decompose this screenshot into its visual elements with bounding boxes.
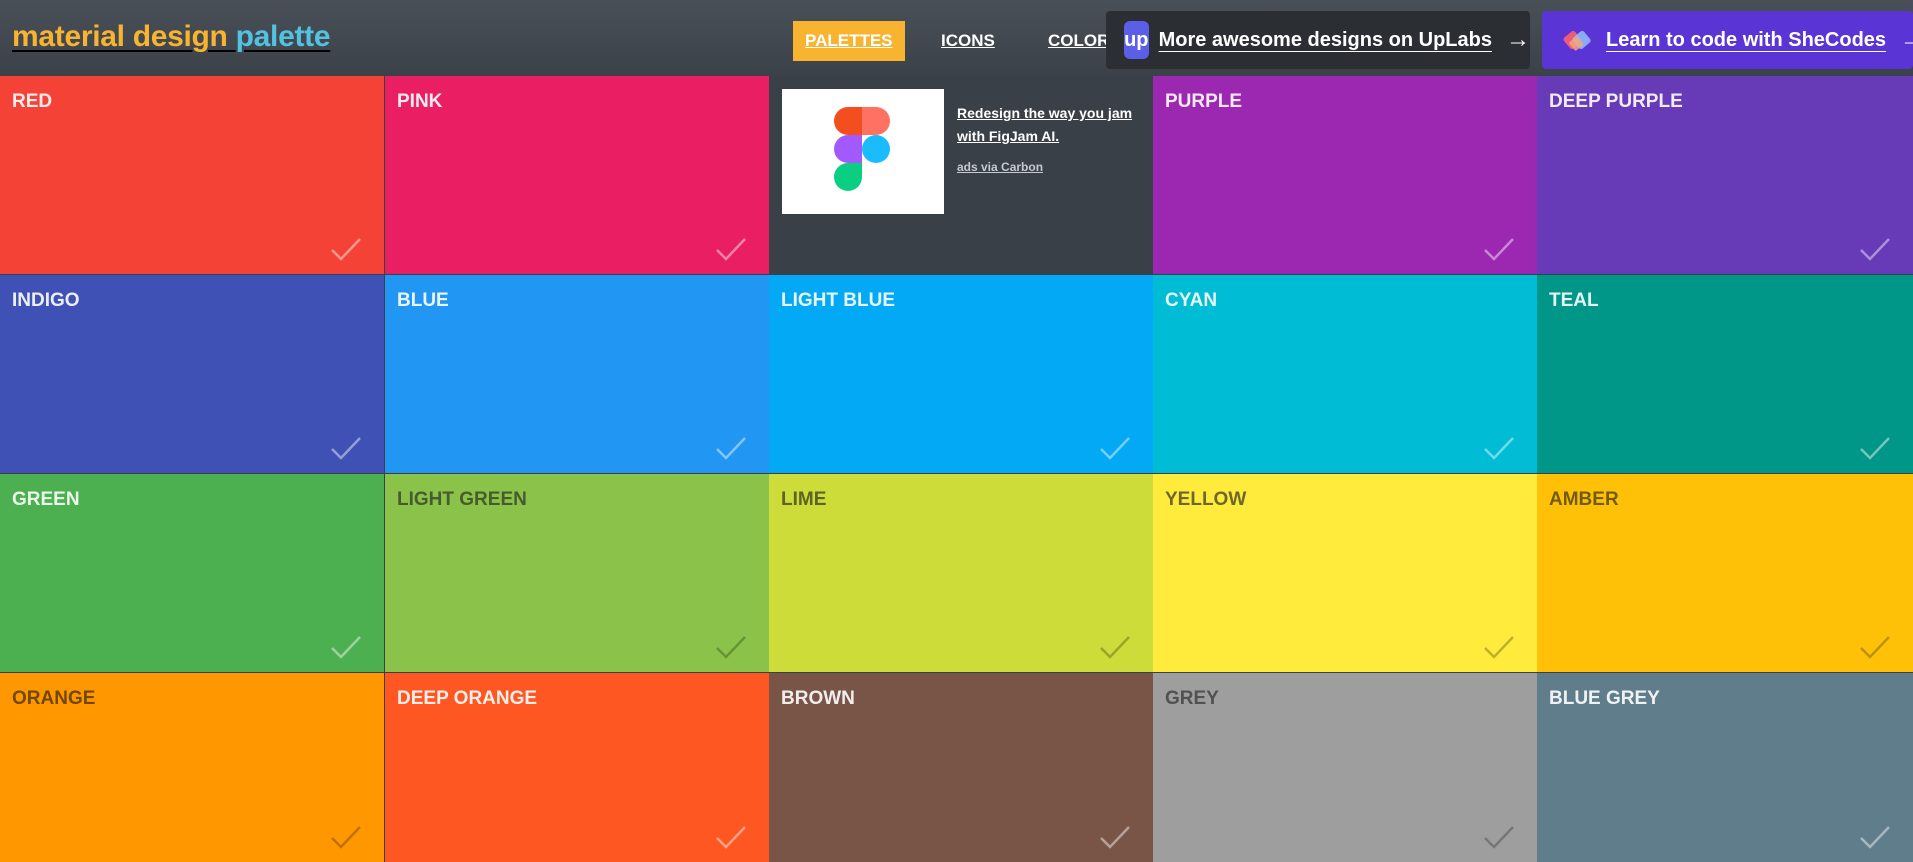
palette-tile-green[interactable]: GREEN	[0, 474, 384, 672]
palette-tile-purple[interactable]: PURPLE	[1153, 76, 1537, 274]
check-icon[interactable]	[330, 634, 362, 660]
palette-tile-label: BLUE	[397, 290, 449, 311]
ad-via-carbon-link[interactable]: ads via Carbon	[957, 160, 1043, 174]
check-icon[interactable]	[330, 824, 362, 850]
check-icon[interactable]	[1099, 435, 1131, 461]
palette-tile-pink[interactable]: PINK	[385, 76, 769, 274]
check-icon[interactable]	[1483, 435, 1515, 461]
figma-logo-icon	[834, 107, 890, 191]
palette-tile-label: GREY	[1165, 688, 1219, 709]
check-icon[interactable]	[715, 824, 747, 850]
palette-tile-light-green[interactable]: LIGHT GREEN	[385, 474, 769, 672]
palette-tile-label: AMBER	[1549, 489, 1619, 510]
palette-tile-label: ORANGE	[12, 688, 96, 709]
check-icon[interactable]	[1099, 824, 1131, 850]
palette-tile-light-blue[interactable]: LIGHT BLUE	[769, 275, 1153, 473]
check-icon[interactable]	[1859, 236, 1891, 262]
palette-tile-brown[interactable]: BROWN	[769, 673, 1153, 862]
palette-tile-label: LIGHT GREEN	[397, 489, 527, 510]
palette-tile-label: PINK	[397, 91, 443, 112]
palette-tile-grey[interactable]: GREY	[1153, 673, 1537, 862]
palette-tile-label: LIME	[781, 489, 827, 510]
palette-tile-label: LIGHT BLUE	[781, 290, 895, 311]
check-icon[interactable]	[1859, 824, 1891, 850]
top-bar: material design palette PALETTES ICONS C…	[0, 0, 1913, 76]
arrow-right-icon: →	[1900, 26, 1913, 53]
check-icon[interactable]	[1483, 824, 1515, 850]
palette-tile-label: BROWN	[781, 688, 855, 709]
palette-tile-label: INDIGO	[12, 290, 80, 311]
check-icon[interactable]	[330, 236, 362, 262]
brand-logo[interactable]: material design palette	[12, 20, 331, 54]
palette-tile-label: BLUE GREY	[1549, 688, 1660, 709]
ad-headline-link[interactable]: Redesign the way you jam with FigJam AI.	[957, 102, 1142, 148]
check-icon[interactable]	[1483, 634, 1515, 660]
palette-tile-blue-grey[interactable]: BLUE GREY	[1537, 673, 1913, 862]
check-icon[interactable]	[330, 435, 362, 461]
nav-icons[interactable]: ICONS	[929, 21, 1007, 61]
palette-tile-label: YELLOW	[1165, 489, 1247, 510]
palette-tile-label: PURPLE	[1165, 91, 1243, 112]
shecodes-logo-icon	[1560, 21, 1596, 59]
palette-tile-label: DEEP PURPLE	[1549, 91, 1683, 112]
palette-grid: Redesign the way you jam with FigJam AI.…	[0, 76, 1913, 862]
palette-tile-yellow[interactable]: YELLOW	[1153, 474, 1537, 672]
palette-tile-label: GREEN	[12, 489, 80, 510]
check-icon[interactable]	[1099, 634, 1131, 660]
shecodes-promo-button[interactable]: Learn to code with SheCodes →	[1542, 11, 1913, 69]
palette-tile-lime[interactable]: LIME	[769, 474, 1153, 672]
palette-tile-indigo[interactable]: INDIGO	[0, 275, 384, 473]
nav-palettes[interactable]: PALETTES	[793, 21, 905, 61]
brand-word-material-design: material design	[12, 20, 228, 53]
palette-tile-label: CYAN	[1165, 290, 1218, 311]
uplabs-logo-icon: up	[1124, 21, 1149, 59]
check-icon[interactable]	[1859, 634, 1891, 660]
palette-tile-label: RED	[12, 91, 53, 112]
palette-tile-label: DEEP ORANGE	[397, 688, 538, 709]
palette-tile-orange[interactable]: ORANGE	[0, 673, 384, 862]
palette-tile-deep-purple[interactable]: DEEP PURPLE	[1537, 76, 1913, 274]
shecodes-promo-label: Learn to code with SheCodes	[1606, 28, 1887, 51]
ad-image[interactable]	[782, 89, 944, 214]
uplabs-promo-label: More awesome designs on UpLabs	[1158, 28, 1492, 51]
check-icon[interactable]	[1859, 435, 1891, 461]
palette-tile-cyan[interactable]: CYAN	[1153, 275, 1537, 473]
check-icon[interactable]	[715, 435, 747, 461]
carbon-ad[interactable]: Redesign the way you jam with FigJam AI.…	[769, 76, 1153, 274]
palette-tile-label: TEAL	[1549, 290, 1599, 311]
check-icon[interactable]	[715, 236, 747, 262]
check-icon[interactable]	[715, 634, 747, 660]
palette-tile-deep-orange[interactable]: DEEP ORANGE	[385, 673, 769, 862]
check-icon[interactable]	[1483, 236, 1515, 262]
arrow-right-icon: →	[1506, 26, 1530, 53]
palette-tile-blue[interactable]: BLUE	[385, 275, 769, 473]
palette-tile-amber[interactable]: AMBER	[1537, 474, 1913, 672]
brand-word-palette: palette	[235, 20, 331, 53]
palette-tile-teal[interactable]: TEAL	[1537, 275, 1913, 473]
uplabs-promo-button[interactable]: up More awesome designs on UpLabs →	[1106, 11, 1530, 69]
palette-tile-red[interactable]: RED	[0, 76, 384, 274]
